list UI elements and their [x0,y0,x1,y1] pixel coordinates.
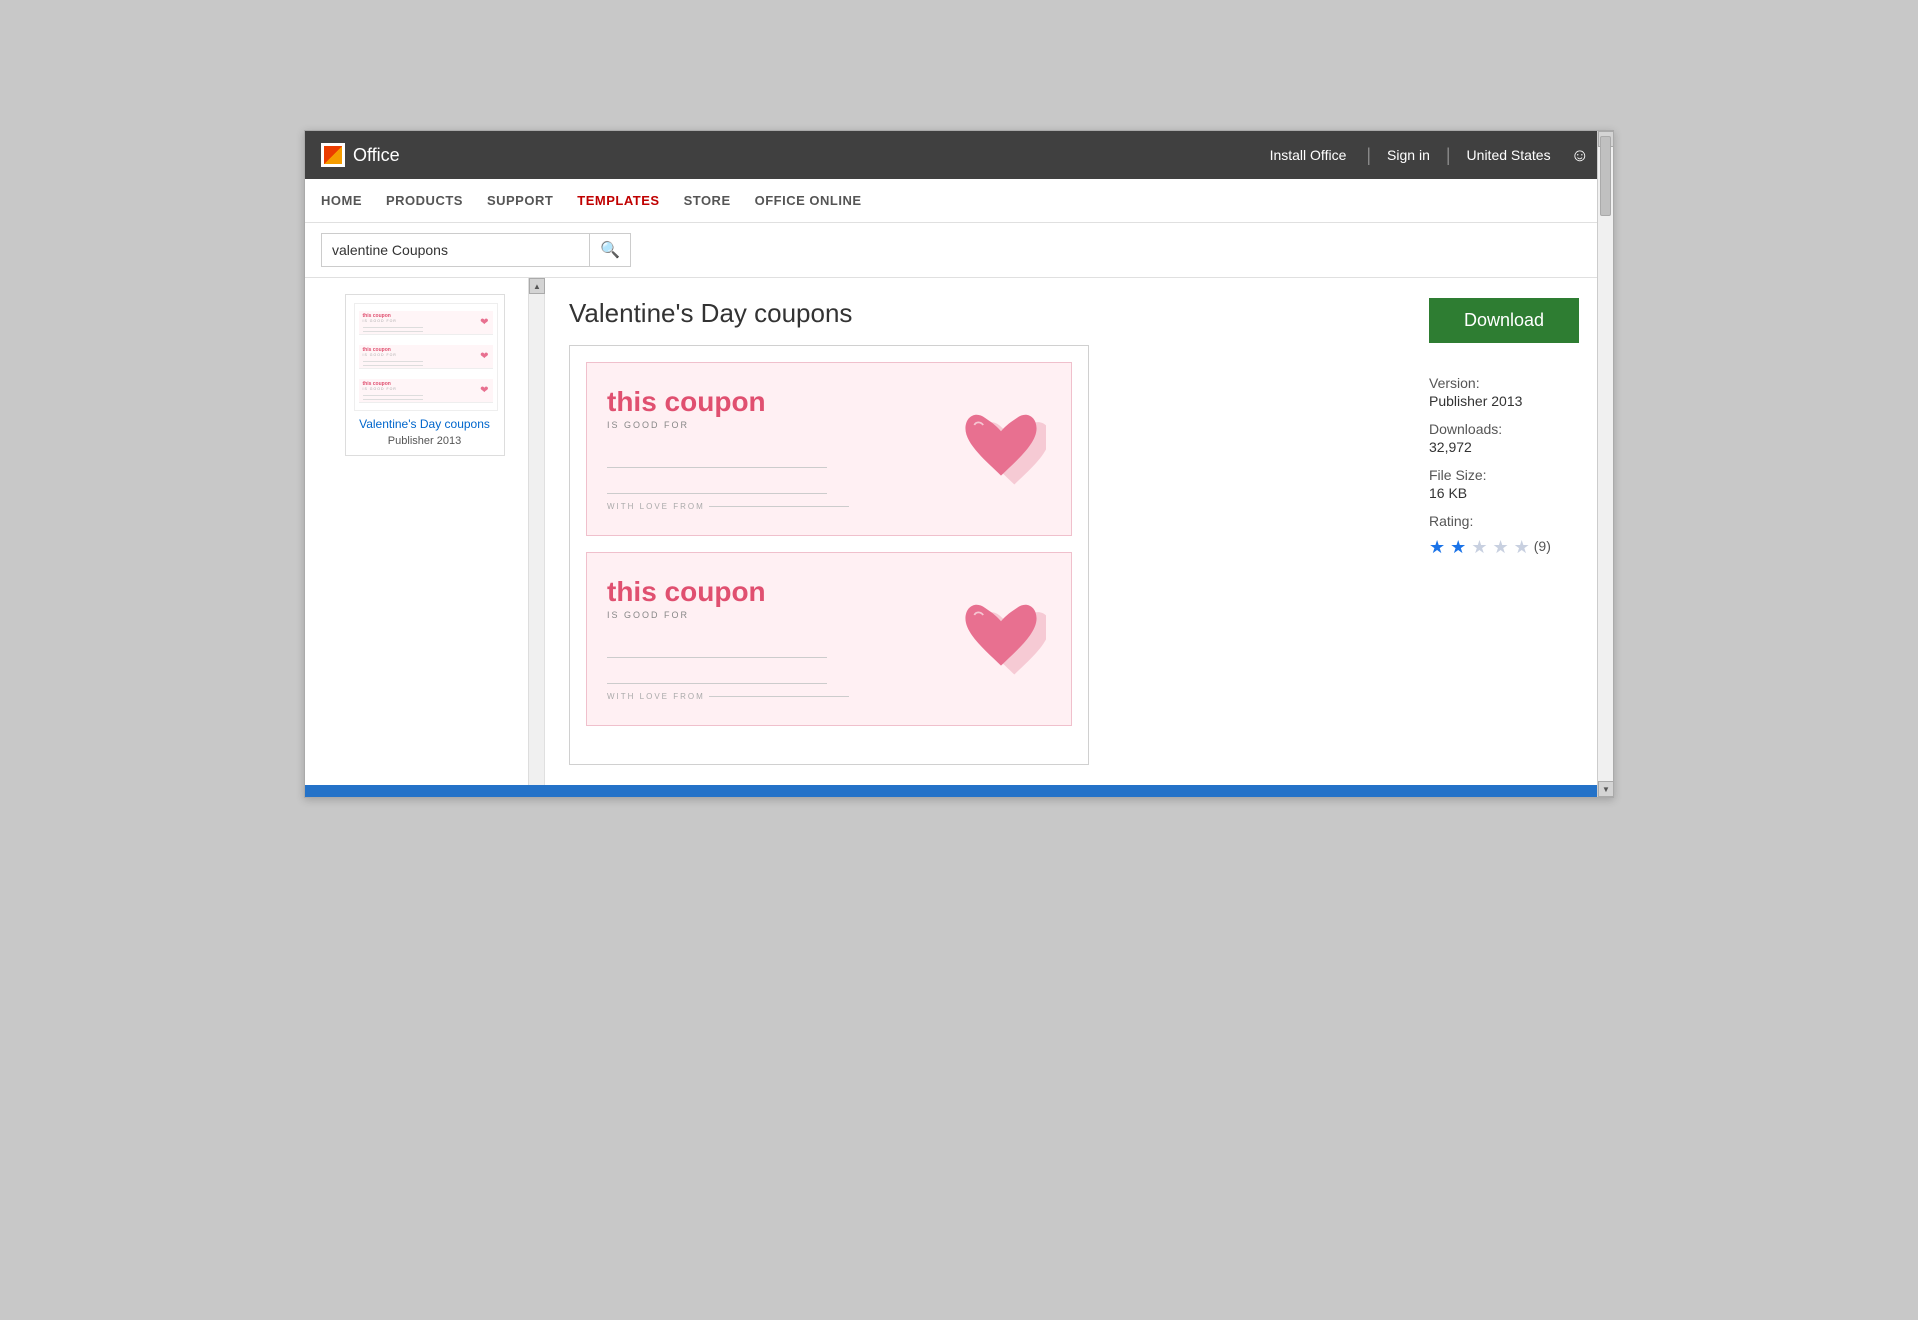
search-input[interactable] [322,236,589,264]
thumbnail-preview: this coupon IS GOOD FOR ❤ this coupon [354,303,498,411]
window-scrollbar: ▲ ▼ [1597,131,1613,797]
thumb-row-3: this coupon IS GOOD FOR ❤ [359,379,493,403]
downloads-value: 32,972 [1429,439,1589,455]
star-5[interactable]: ★ [1514,537,1530,557]
header-divider2: | [1446,145,1451,166]
browser-chrome-top [0,0,1918,130]
filesize-label: File Size: [1429,467,1589,483]
bottom-bar [305,785,1613,797]
thumb-row-2: this coupon IS GOOD FOR ❤ [359,345,493,369]
main-content: Valentine's Day coupons this coupon IS G… [569,298,1397,765]
scroll-track [1598,147,1613,781]
thumb-heart-1: ❤ [480,317,488,328]
thumb-heart-2: ❤ [480,351,488,362]
header-divider: | [1366,145,1371,166]
search-input-wrapper: 🔍 [321,233,631,267]
version-value: Publisher 2013 [1429,393,1589,409]
template-name: Valentine's Day coupons [354,417,496,433]
content-row: Valentine's Day coupons this coupon IS G… [545,278,1613,785]
install-office-button[interactable]: Install Office [1254,139,1363,171]
nav-bar: HOME PRODUCTS SUPPORT TEMPLATES STORE OF… [305,179,1613,223]
filesize-value: 16 KB [1429,485,1589,501]
header-bar: Office Install Office | Sign in | United… [305,131,1613,179]
scroll-down-arrow[interactable]: ▼ [1598,781,1614,797]
nav-support[interactable]: SUPPORT [487,189,553,212]
heart-svg-2 [956,599,1046,679]
rating-stars: ★ ★ ★ ★ ★ [1429,537,1530,558]
region-button[interactable]: United States [1455,139,1563,171]
page-title: Valentine's Day coupons [569,298,1397,329]
header-right: Install Office | Sign in | United States… [1254,137,1597,174]
search-bar: 🔍 [305,223,1613,278]
with-love-from-1: WITH LOVE FROM [607,502,951,511]
browser-window: Office Install Office | Sign in | United… [304,130,1614,798]
rating-label: Rating: [1429,513,1589,529]
sidebar-scroll-up-arrow[interactable]: ▲ [529,278,545,294]
version-label: Version: [1429,375,1589,391]
nav-home[interactable]: HOME [321,189,362,212]
coupon-card-1: this coupon IS GOOD FOR WITH LOVE FROM [586,362,1072,536]
thumb-row-1: this coupon IS GOOD FOR ❤ [359,311,493,335]
coupon-title-1: this coupon [607,387,951,418]
coupon-title-2: this coupon [607,577,951,608]
office-label: Office [353,145,400,166]
nav-office-online[interactable]: OFFICE ONLINE [755,189,862,212]
coupon-heart-container-1 [951,409,1051,489]
with-love-line-2 [709,696,849,697]
office-logo-icon [321,143,345,167]
star-1[interactable]: ★ [1429,537,1445,557]
coupon-left-2: this coupon IS GOOD FOR WITH LOVE FROM [607,577,951,701]
thumb-coupon-text-1: this coupon IS GOOD FOR [363,313,423,332]
sign-in-button[interactable]: Sign in [1375,139,1442,171]
download-button[interactable]: Download [1429,298,1579,343]
coupon-card-2: this coupon IS GOOD FOR WITH LOVE FROM [586,552,1072,726]
scroll-thumb[interactable] [1600,136,1611,216]
content-area: this coupon IS GOOD FOR ❤ this coupon [305,278,1613,785]
coupon-subtitle-1: IS GOOD FOR [607,420,951,430]
preview-area: this coupon IS GOOD FOR WITH LOVE FROM [569,345,1089,765]
sidebar-scrollbar: ▲ [528,278,544,785]
coupon-lines-1 [607,450,951,494]
info-panel: Download Version: Publisher 2013 Downloa… [1429,298,1589,558]
star-4[interactable]: ★ [1492,537,1508,557]
rating-row: ★ ★ ★ ★ ★ (9) [1429,533,1589,558]
coupon-line-2a [607,640,827,658]
nav-store[interactable]: STORE [684,189,731,212]
nav-templates[interactable]: TEMPLATES [577,189,659,212]
star-2[interactable]: ★ [1450,537,1466,557]
search-button[interactable]: 🔍 [589,234,630,266]
star-3[interactable]: ★ [1471,537,1487,557]
coupon-line-1a [607,450,827,468]
thumb-heart-3: ❤ [480,385,488,396]
coupon-lines-2 [607,640,951,684]
template-app: Publisher 2013 [354,435,496,447]
coupon-line-1b [607,476,827,494]
coupon-left-1: this coupon IS GOOD FOR WITH LOVE FROM [607,387,951,511]
with-love-from-2: WITH LOVE FROM [607,692,951,701]
with-love-line-1 [709,506,849,507]
coupon-heart-container-2 [951,599,1051,679]
browser-chrome-bottom [0,798,1918,948]
rating-count: (9) [1534,538,1551,554]
smiley-button[interactable]: ☺ [1563,137,1597,174]
outer-wrapper: Office Install Office | Sign in | United… [0,0,1918,1320]
nav-products[interactable]: PRODUCTS [386,189,463,212]
coupon-subtitle-2: IS GOOD FOR [607,610,951,620]
heart-svg-1 [956,409,1046,489]
template-thumbnail[interactable]: this coupon IS GOOD FOR ❤ this coupon [345,294,505,456]
office-logo-icon-inner [324,146,342,164]
office-logo: Office [321,143,400,167]
downloads-label: Downloads: [1429,421,1589,437]
left-sidebar: this coupon IS GOOD FOR ❤ this coupon [305,278,545,785]
coupon-line-2b [607,666,827,684]
